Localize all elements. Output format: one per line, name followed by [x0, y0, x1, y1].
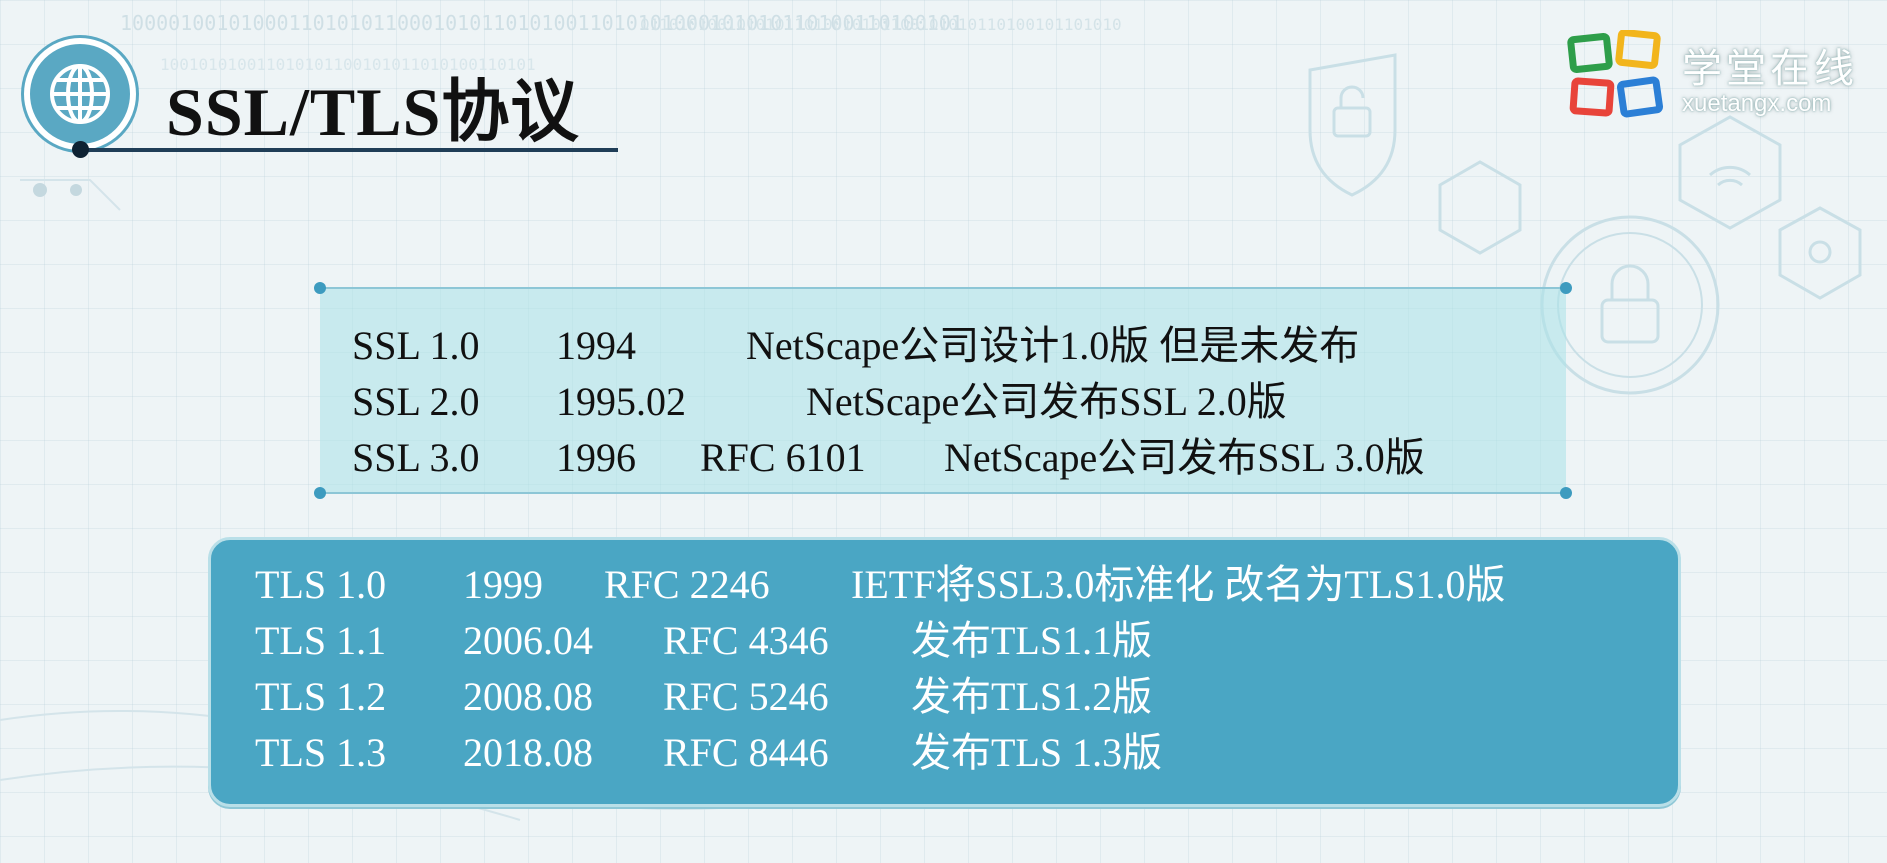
- ssl-versions-panel: SSL 1.0 1994 NetScape公司设计1.0版 但是未发布 SSL …: [314, 282, 1572, 499]
- ssl-row: SSL 3.0 1996 RFC 6101 NetScape公司发布SSL 3.…: [320, 430, 1566, 486]
- gear-icon: [1808, 240, 1832, 264]
- title-underline: [80, 148, 618, 152]
- ssl-description: NetScape公司发布SSL 3.0版: [944, 435, 1425, 480]
- ssl-date: 1995.02: [556, 379, 686, 424]
- tls-rfc: RFC 5246: [663, 674, 829, 719]
- wifi-icon: [1709, 165, 1751, 187]
- panel-corner-dot: [1560, 487, 1572, 499]
- ssl-row: SSL 2.0 1995.02 NetScape公司发布SSL 2.0版: [320, 374, 1566, 430]
- tls-rfc: RFC 4346: [663, 618, 829, 663]
- tls-version: TLS 1.2: [255, 674, 387, 719]
- tls-description: IETF将SSL3.0标准化 改名为TLS1.0版: [851, 562, 1506, 607]
- tls-date: 2018.08: [463, 730, 593, 775]
- tls-row: TLS 1.1 2006.04 RFC 4346 发布TLS1.1版: [211, 613, 1678, 669]
- panel-corner-dot: [314, 487, 326, 499]
- padlock-icon: [1600, 298, 1660, 344]
- tls-version: TLS 1.1: [255, 618, 387, 663]
- tls-version: TLS 1.3: [255, 730, 387, 775]
- xuetangx-logo: [1567, 30, 1664, 118]
- tls-date: 1999: [463, 562, 543, 607]
- ssl-version: SSL 1.0: [352, 323, 480, 368]
- tls-description: 发布TLS 1.3版: [911, 730, 1163, 775]
- logo-text-cn: 学堂在线: [1682, 46, 1858, 92]
- ssl-version: SSL 2.0: [352, 379, 480, 424]
- ssl-date: 1994: [556, 323, 636, 368]
- ssl-version: SSL 3.0: [352, 435, 480, 480]
- globe-badge: [24, 38, 136, 150]
- tls-row: TLS 1.0 1999 RFC 2246 IETF将SSL3.0标准化 改名为…: [211, 557, 1678, 613]
- ssl-description: NetScape公司设计1.0版 但是未发布: [746, 323, 1360, 368]
- slide-title: SSL/TLS协议: [166, 74, 580, 150]
- tls-rfc: RFC 2246: [604, 562, 770, 607]
- tls-rfc: RFC 8446: [663, 730, 829, 775]
- tls-date: 2008.08: [463, 674, 593, 719]
- panel-corner-dot: [1560, 282, 1572, 294]
- tls-date: 2006.04: [463, 618, 593, 663]
- tls-version: TLS 1.0: [255, 562, 387, 607]
- tls-description: 发布TLS1.2版: [911, 674, 1153, 719]
- ssl-date: 1996: [556, 435, 636, 480]
- tls-versions-panel: TLS 1.0 1999 RFC 2246 IETF将SSL3.0标准化 改名为…: [208, 537, 1681, 807]
- ssl-description: NetScape公司发布SSL 2.0版: [806, 379, 1287, 424]
- title-underline-dot: [72, 141, 89, 158]
- globe-icon: [50, 64, 110, 124]
- tls-row: TLS 1.3 2018.08 RFC 8446 发布TLS 1.3版: [211, 725, 1678, 781]
- ssl-rfc: RFC 6101: [700, 435, 866, 480]
- panel-corner-dot: [314, 282, 326, 294]
- shield-lock-icon: [1308, 53, 1397, 197]
- tls-row: TLS 1.2 2008.08 RFC 5246 发布TLS1.2版: [211, 669, 1678, 725]
- svg-text:011010100101010110100101011001: 0110101001010101101001010110010101011010…: [640, 15, 1122, 34]
- tls-description: 发布TLS1.1版: [911, 618, 1153, 663]
- ssl-row: SSL 1.0 1994 NetScape公司设计1.0版 但是未发布: [320, 318, 1566, 374]
- logo-text-en: xuetangx.com: [1682, 90, 1832, 117]
